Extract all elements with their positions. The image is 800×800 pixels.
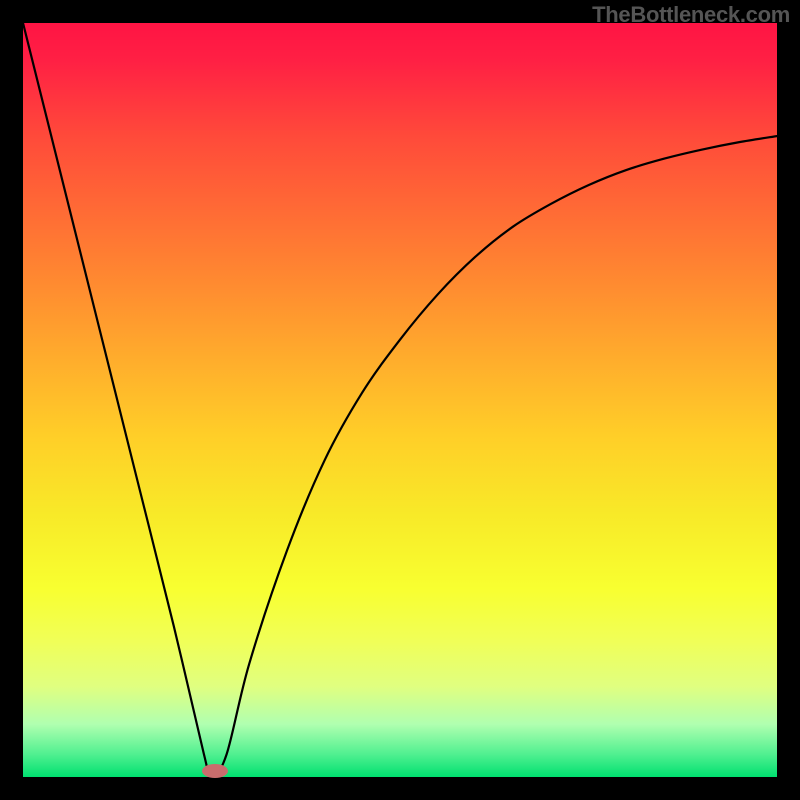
bottleneck-curve [23, 23, 777, 777]
plot-area [23, 23, 777, 777]
minimum-marker [202, 764, 228, 778]
chart-container: TheBottleneck.com [0, 0, 800, 800]
